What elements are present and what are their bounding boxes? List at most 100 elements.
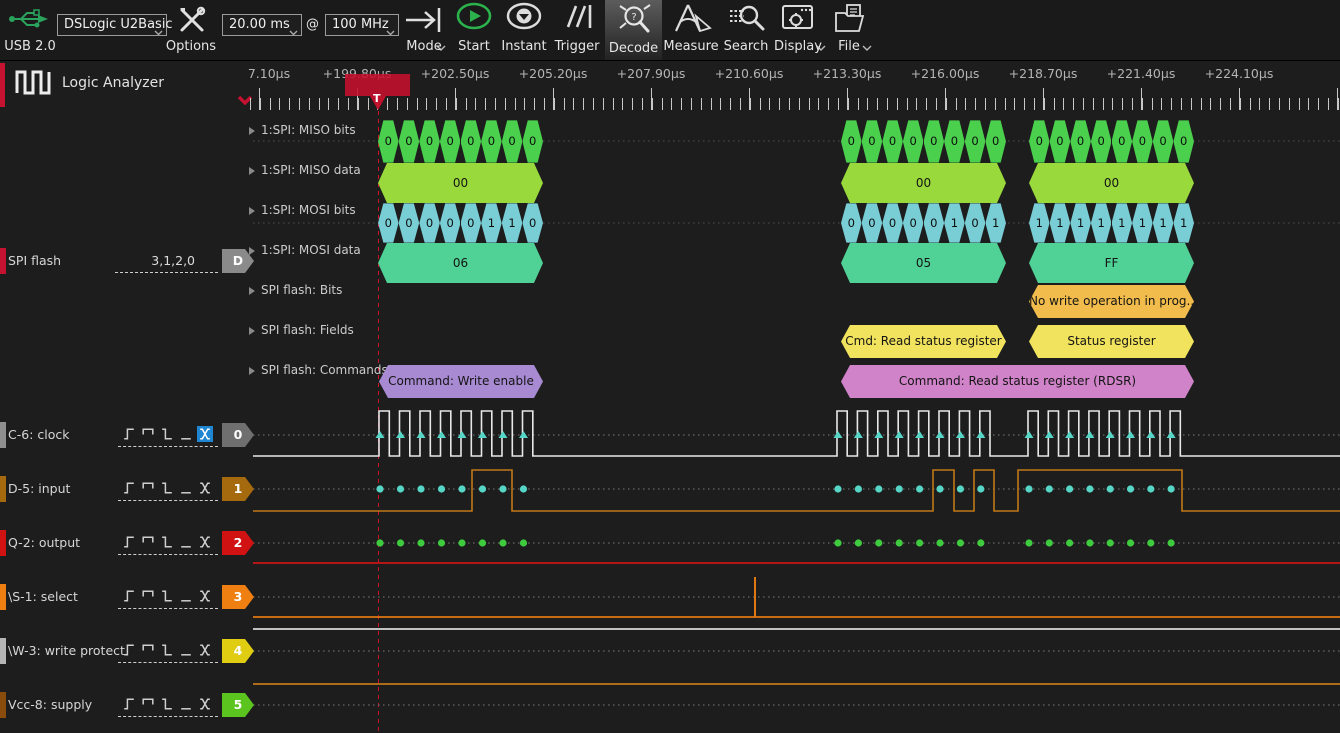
trigger-type-icon[interactable]	[121, 426, 137, 442]
trigger-type-icon[interactable]	[121, 696, 137, 712]
samplerate-select[interactable]: 100 MHz	[325, 14, 399, 36]
expand-arrow-icon[interactable]	[249, 327, 255, 335]
channel-row[interactable]: \S-1: select 3	[0, 584, 250, 610]
trigger-type-icon[interactable]	[178, 642, 194, 658]
trigger-flag-label: T	[373, 92, 381, 105]
trigger-type-icon[interactable]	[140, 642, 156, 658]
decode-bit-annotation: 0	[1132, 120, 1153, 163]
trigger-type-icon[interactable]	[178, 480, 194, 496]
trigger-type-icon[interactable]	[178, 426, 194, 442]
channel-colorbar	[0, 692, 6, 718]
channel-badge[interactable]: 3	[222, 585, 254, 609]
trigger-type-icon[interactable]	[197, 426, 213, 442]
device-select[interactable]: DSLogic U2Basic	[57, 14, 167, 36]
decode-annotation: 06	[378, 243, 543, 283]
trigger-type-icon[interactable]	[140, 426, 156, 442]
channel-row[interactable]: Vcc-8: supply 5	[0, 692, 250, 718]
trigger-type-icon[interactable]	[121, 534, 137, 550]
expand-arrow-icon[interactable]	[249, 127, 255, 135]
expand-arrow-icon[interactable]	[249, 167, 255, 175]
trigger-type-icon[interactable]	[197, 642, 213, 658]
decode-bit-annotation: 0	[1112, 120, 1133, 163]
trigger-type-icon[interactable]	[140, 696, 156, 712]
channel-row[interactable]: Q-2: output 2	[0, 530, 250, 556]
ruler-minor-tick	[1005, 98, 1006, 110]
trigger-type-icon[interactable]	[178, 588, 194, 604]
trigger-type-icon[interactable]	[159, 696, 175, 712]
ruler-minor-tick	[897, 98, 898, 110]
trigger-button[interactable]: Trigger	[550, 0, 604, 60]
decode-bit-annotation: 0	[862, 203, 883, 243]
start-button[interactable]: Start	[452, 0, 496, 60]
expand-arrow-icon[interactable]	[249, 207, 255, 215]
channel-label: Q-2: output	[8, 530, 80, 556]
instant-icon	[505, 2, 543, 32]
file-button[interactable]: File	[828, 0, 870, 60]
trigger-type-icon[interactable]	[159, 534, 175, 550]
decode-button[interactable]: ? Decode	[605, 0, 662, 60]
ruler-minor-tick	[1250, 98, 1251, 110]
trigger-type-icon[interactable]	[159, 480, 175, 496]
ruler-minor-tick	[613, 98, 614, 110]
decode-annotation: No write operation in prog...	[1029, 285, 1194, 318]
trigger-type-icon[interactable]	[197, 588, 213, 604]
ruler-minor-tick	[1044, 98, 1045, 110]
channel-badge[interactable]: 5	[222, 693, 254, 717]
decode-row-label: SPI flash: Commands	[261, 363, 388, 377]
ruler-minor-tick	[1014, 98, 1015, 110]
ruler-minor-tick	[524, 98, 525, 110]
decode-bit-annotation: 0	[944, 120, 965, 163]
ruler-minor-tick	[769, 98, 770, 110]
channel-row[interactable]: D-5: input 1	[0, 476, 250, 502]
instant-button[interactable]: Instant	[500, 0, 548, 60]
trigger-type-icon[interactable]	[197, 696, 213, 712]
trigger-type-icon[interactable]	[159, 426, 175, 442]
expand-arrow-icon[interactable]	[249, 247, 255, 255]
trigger-type-icon[interactable]	[197, 534, 213, 550]
channel-badge[interactable]: 4	[222, 639, 254, 663]
trigger-type-icon[interactable]	[159, 642, 175, 658]
trigger-type-icon[interactable]	[121, 588, 137, 604]
trigger-type-icon[interactable]	[140, 588, 156, 604]
search-button[interactable]: Search	[722, 0, 770, 60]
expand-arrow-icon[interactable]	[249, 287, 255, 295]
ruler-tick-label: +210.60μs	[715, 66, 784, 81]
ruler-minor-tick	[466, 98, 467, 110]
wrench-icon[interactable]	[176, 4, 208, 36]
trigger-type-icon[interactable]	[178, 696, 194, 712]
mode-button[interactable]: Mode	[400, 0, 448, 60]
decode-row-label: SPI flash: Bits	[261, 283, 342, 297]
display-button[interactable]: Display	[772, 0, 824, 60]
trigger-type-icon[interactable]	[197, 480, 213, 496]
decode-bit-annotation: 0	[862, 120, 883, 163]
measure-button[interactable]: Measure	[663, 0, 719, 60]
trigger-type-icon[interactable]	[121, 642, 137, 658]
channel-badge[interactable]: 2	[222, 531, 254, 555]
trigger-type-icon[interactable]	[140, 534, 156, 550]
decoder-channels: 3,1,2,0	[151, 248, 195, 274]
duration-select[interactable]: 20.00 ms	[222, 14, 302, 36]
decode-bit-annotation: 1	[481, 203, 502, 243]
channel-badge[interactable]: 1	[222, 477, 254, 501]
channel-row[interactable]: C-6: clock 0	[0, 422, 250, 448]
ruler-minor-tick	[250, 98, 251, 110]
channel-row[interactable]: \W-3: write protect 4	[0, 638, 250, 664]
svg-text:?: ?	[631, 12, 636, 23]
toolbar: USB 2.0 DSLogic U2Basic Options 20.00 ms…	[0, 0, 1340, 61]
decode-row-label: 1:SPI: MISO bits	[261, 123, 356, 137]
expand-arrow-icon[interactable]	[249, 367, 255, 375]
trigger-type-icon[interactable]	[178, 534, 194, 550]
decode-icon: ?	[618, 3, 652, 35]
trigger-type-icon[interactable]	[159, 588, 175, 604]
trigger-type-icon[interactable]	[140, 480, 156, 496]
trigger-type-icon[interactable]	[121, 480, 137, 496]
ruler-tick-label: +224.10μs	[1205, 66, 1274, 81]
ruler-minor-tick	[279, 98, 280, 110]
ruler-minor-tick	[554, 98, 555, 110]
decoder-row-spi-flash[interactable]: SPI flash 3,1,2,0 D	[0, 248, 250, 274]
ruler-minor-tick	[1318, 98, 1319, 110]
decode-bit-annotation: 1	[1091, 203, 1112, 243]
decode-bit-annotation: 1	[985, 203, 1006, 243]
decode-annotation: Status register	[1029, 325, 1194, 358]
channel-badge[interactable]: 0	[222, 423, 254, 447]
